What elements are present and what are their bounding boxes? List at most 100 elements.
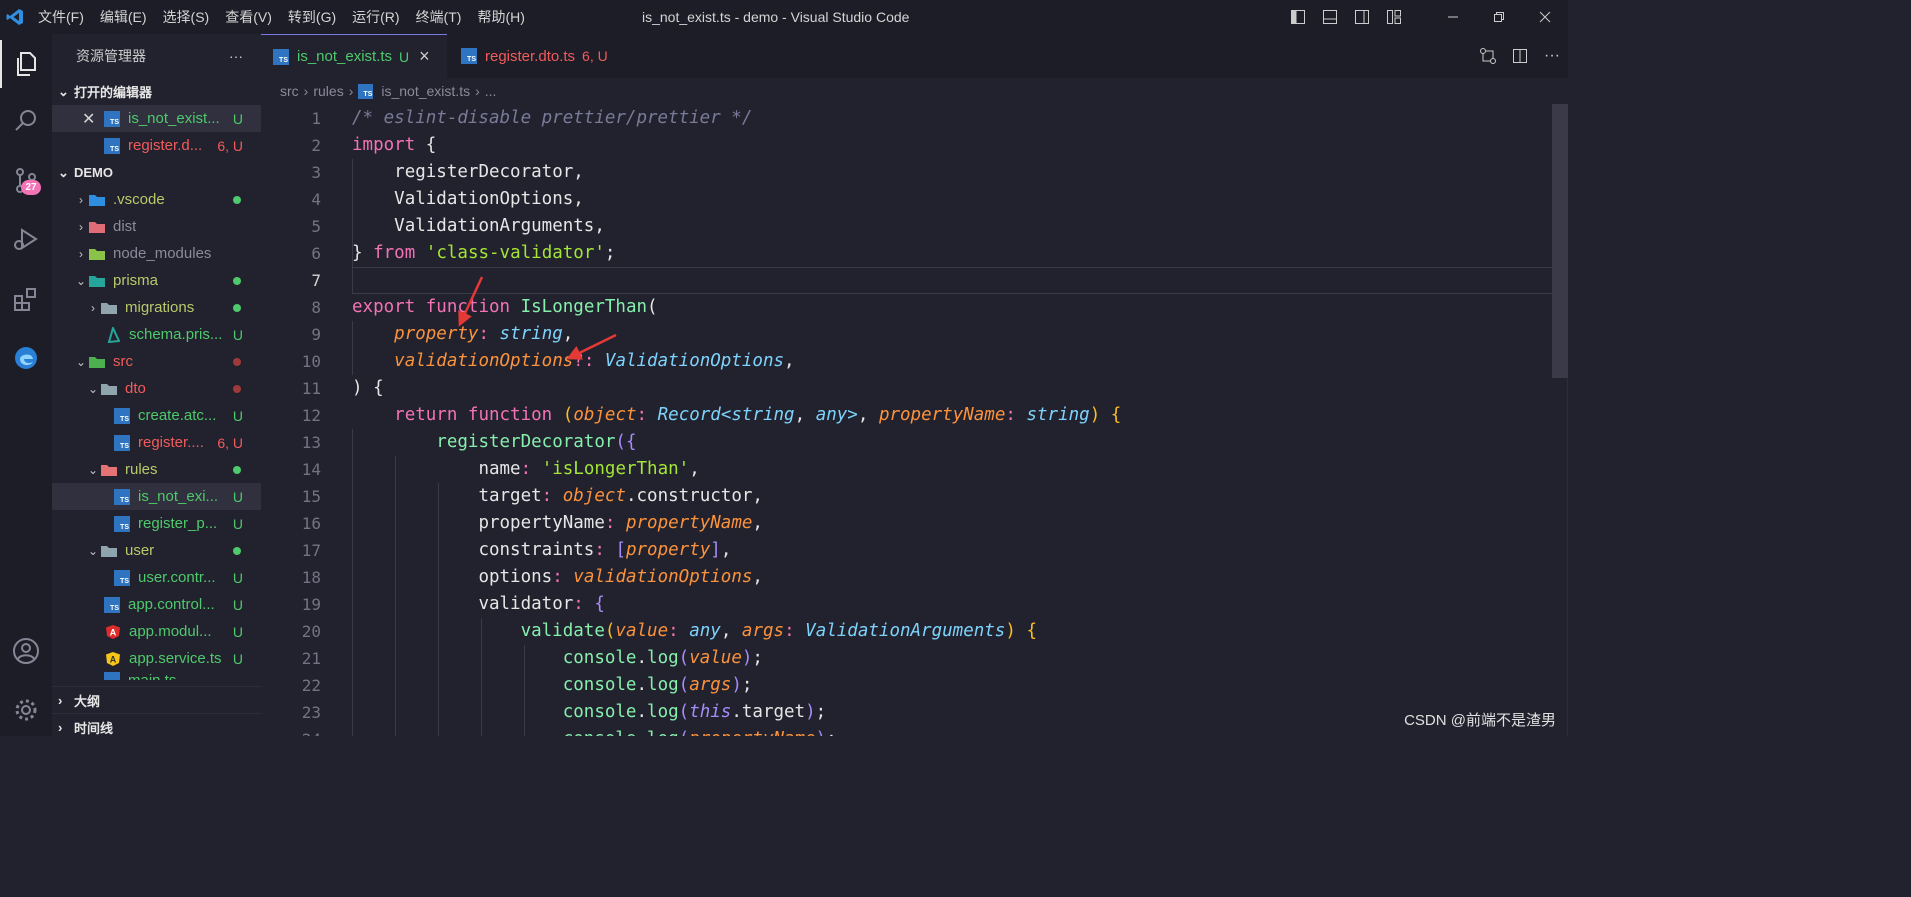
outline-section[interactable]: › 大纲 [52, 686, 261, 713]
close-icon[interactable]: ✕ [82, 109, 98, 129]
open-editor-item[interactable]: ✕ TS is_not_exist... U [52, 105, 261, 132]
git-status: U [232, 623, 243, 640]
restore-icon[interactable] [1476, 0, 1522, 34]
typescript-file-icon: TS [358, 83, 374, 99]
split-editor-icon[interactable] [1504, 34, 1536, 78]
src-folder-icon [88, 354, 106, 370]
activity-bar: 27 [0, 34, 52, 736]
breadcrumb-item[interactable]: is_not_exist.ts [381, 83, 470, 99]
chevron-down-icon: ⌄ [87, 543, 99, 558]
tree-file-selected[interactable]: TS is_not_exi... U [52, 483, 261, 510]
code-editor[interactable]: 1/* eslint-disable prettier/prettier */ … [261, 104, 1568, 736]
typescript-file-icon: TS [104, 672, 120, 680]
menu-edit[interactable]: 编辑(E) [92, 0, 155, 34]
extensions-icon[interactable] [0, 275, 52, 323]
chevron-right-icon: › [58, 692, 63, 708]
toggle-primary-sidebar-icon[interactable] [1282, 0, 1314, 34]
more-actions-icon[interactable]: ··· [1536, 34, 1568, 78]
tree-file[interactable]: schema.pris... U [52, 321, 261, 348]
line-number: 15 [301, 487, 321, 506]
prisma-folder-icon [88, 273, 106, 289]
vscode-logo-icon [0, 0, 30, 34]
open-changes-icon[interactable] [1472, 34, 1504, 78]
close-window-icon[interactable] [1522, 0, 1568, 34]
tree-file[interactable]: TS register.... 6, U [52, 429, 261, 456]
run-debug-icon[interactable] [0, 215, 52, 263]
open-editors-section[interactable]: ⌄ 打开的编辑器 [52, 78, 261, 105]
menu-view[interactable]: 查看(V) [217, 0, 280, 34]
breadcrumb-item[interactable]: ... [485, 83, 497, 99]
git-status: U [399, 48, 410, 65]
menu-help[interactable]: 帮助(H) [469, 0, 532, 34]
toggle-secondary-sidebar-icon[interactable] [1346, 0, 1378, 34]
line-number: 13 [301, 433, 321, 452]
chevron-right-icon: › [348, 83, 354, 99]
open-editor-label: is_not_exist... [128, 110, 220, 127]
code-line: 19 validator: { [261, 591, 1551, 618]
tree-file[interactable]: TS create.atc... U [52, 402, 261, 429]
menu-selection[interactable]: 选择(S) [155, 0, 218, 34]
error-dot [233, 384, 241, 393]
open-editor-item[interactable]: TS register.d... 6, U [52, 132, 261, 159]
menu-file[interactable]: 文件(F) [30, 0, 92, 34]
search-icon[interactable] [0, 97, 52, 145]
menu-go[interactable]: 转到(G) [280, 0, 344, 34]
git-status: U [232, 488, 243, 505]
timeline-section[interactable]: › 时间线 [52, 713, 261, 736]
folder-icon [100, 300, 118, 316]
menu-bar: 文件(F) 编辑(E) 选择(S) 查看(V) 转到(G) 运行(R) 终端(T… [30, 0, 533, 34]
more-actions-icon[interactable]: ··· [229, 48, 243, 64]
toggle-panel-icon[interactable] [1314, 0, 1346, 34]
tree-file[interactable]: A app.service.ts U [52, 645, 261, 672]
typescript-file-icon: TS [104, 596, 120, 613]
settings-gear-icon[interactable] [0, 686, 52, 734]
explorer-icon[interactable] [0, 40, 52, 88]
watermark: CSDN @前端不是渣男 [1404, 712, 1556, 729]
line-number: 14 [301, 460, 321, 479]
tree-file[interactable]: TS app.control... U [52, 591, 261, 618]
line-number: 18 [301, 568, 321, 587]
git-status: 6, U [582, 48, 608, 64]
tree-folder[interactable]: ⌄ rules [52, 456, 261, 483]
minimize-icon[interactable] [1430, 0, 1476, 34]
chevron-down-icon: ⌄ [58, 164, 69, 180]
window-title: is_not_exist.ts - demo - Visual Studio C… [642, 9, 910, 25]
folder-icon [100, 543, 118, 559]
tree-folder[interactable]: ⌄ dto [52, 375, 261, 402]
tree-file[interactable]: TS register_p... U [52, 510, 261, 537]
menu-terminal[interactable]: 终端(T) [408, 0, 470, 34]
tree-folder[interactable]: › dist [52, 213, 261, 240]
modified-dot [233, 546, 241, 555]
rules-folder-icon [100, 462, 118, 478]
code-line: 13 registerDecorator({ [261, 429, 1551, 456]
menu-run[interactable]: 运行(R) [344, 0, 407, 34]
tree-file[interactable]: TS user.contr... U [52, 564, 261, 591]
tree-file[interactable]: A app.modul... U [52, 618, 261, 645]
breadcrumb-item[interactable]: src [280, 83, 299, 99]
tree-folder[interactable]: › node_modules [52, 240, 261, 267]
tree-folder[interactable]: › .vscode [52, 186, 261, 213]
tab-register-dto[interactable]: TS register.dto.ts 6, U [449, 34, 620, 78]
close-icon[interactable]: × [419, 46, 430, 67]
git-status: U [232, 569, 243, 586]
tree-file[interactable]: TS main.ts [52, 672, 261, 680]
vertical-scrollbar[interactable] [1552, 104, 1568, 378]
tab-is-not-exist[interactable]: TS is_not_exist.ts U × [261, 34, 447, 78]
customize-layout-icon[interactable] [1378, 0, 1410, 34]
account-icon[interactable] [0, 627, 52, 675]
breadcrumb-item[interactable]: rules [313, 83, 343, 99]
workspace-section[interactable]: ⌄ DEMO [52, 159, 261, 186]
explorer-title: 资源管理器 [76, 48, 146, 64]
tree-folder[interactable]: ⌄ user [52, 537, 261, 564]
node-folder-icon [88, 246, 106, 262]
source-control-icon[interactable]: 27 [0, 156, 52, 204]
tree-folder[interactable]: ⌄ src [52, 348, 261, 375]
git-status: U [232, 650, 243, 667]
tree-folder[interactable]: › migrations [52, 294, 261, 321]
edge-devtools-icon[interactable] [0, 334, 52, 382]
dist-folder-icon [88, 219, 106, 235]
git-status: U [232, 326, 243, 343]
line-number: 24 [261, 726, 321, 736]
git-status: U [232, 596, 243, 613]
tree-folder[interactable]: ⌄ prisma [52, 267, 261, 294]
